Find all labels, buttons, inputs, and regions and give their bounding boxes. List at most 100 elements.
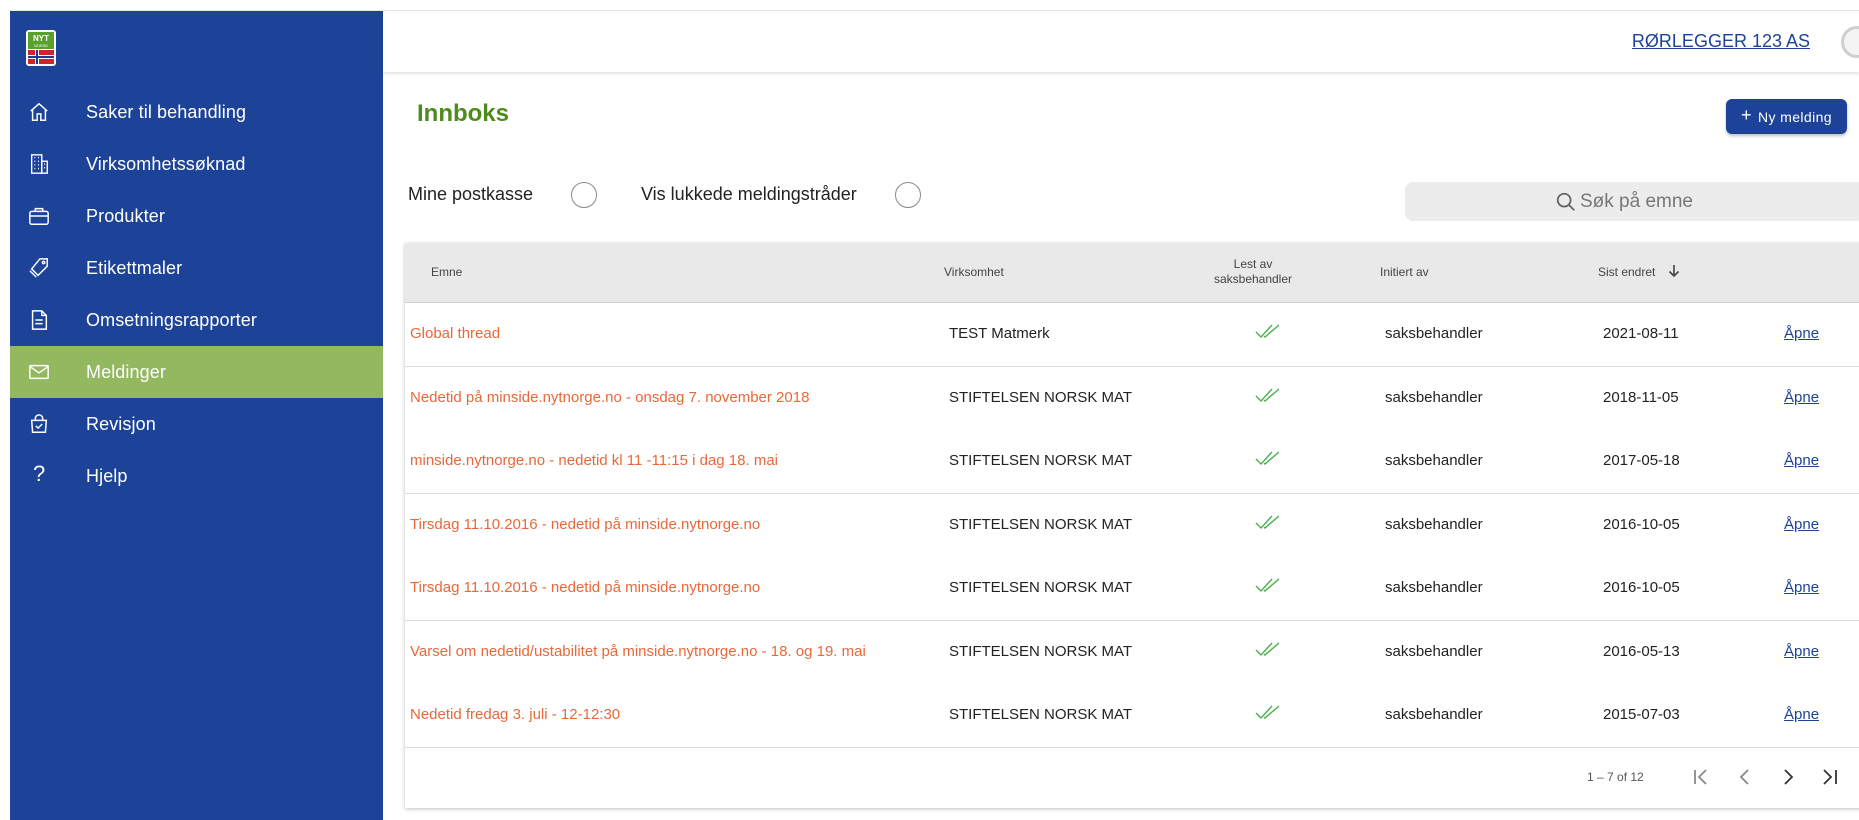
sidebar-item-hjelp[interactable]: ? Hjelp (10, 450, 383, 502)
page-title: Innboks (417, 100, 510, 127)
header-read-line1: Lest av (1233, 257, 1273, 271)
sort-arrow-down-icon[interactable] (1668, 264, 1680, 283)
initiated-cell: saksbehandler (1385, 642, 1483, 660)
shopping-bag-check-icon (28, 413, 50, 435)
double-check-icon (1255, 514, 1281, 532)
subject-link[interactable]: Tirsdag 11.10.2016 - nedetid på minside.… (410, 579, 760, 596)
logo-text-top: NYT (33, 34, 49, 43)
new-message-label: Ny melding (1757, 108, 1832, 125)
double-check-icon (1255, 704, 1281, 722)
open-link[interactable]: Åpne (1784, 452, 1819, 469)
open-link[interactable]: Åpne (1784, 389, 1819, 406)
company-cell: TEST Matmerk (949, 325, 1050, 342)
date-cell: 2016-10-05 (1603, 515, 1680, 533)
top-border (0, 0, 1859, 11)
date-cell: 2016-10-05 (1603, 579, 1680, 596)
top-header: RØRLEGGER 123 AS (383, 11, 1859, 72)
header-last-changed[interactable]: Sist endret (1598, 265, 1655, 279)
question-icon: ? (33, 461, 46, 486)
plus-icon: + (1741, 105, 1752, 125)
left-gutter (0, 0, 10, 820)
subject-link[interactable]: Tirsdag 11.10.2016 - nedetid på minside.… (410, 516, 760, 533)
subject-link[interactable]: Nedetid fredag 3. juli - 12-12:30 (410, 706, 620, 723)
double-check-icon (1255, 323, 1281, 341)
double-check-icon (1255, 641, 1281, 659)
open-link[interactable]: Åpne (1784, 579, 1819, 596)
header-read-line2: saksbehandler (1213, 272, 1293, 286)
next-page-icon[interactable] (1778, 767, 1798, 787)
show-closed-radio[interactable] (895, 182, 921, 208)
sidebar-item-label: Virksomhetssøknad (86, 153, 246, 174)
table-row[interactable]: Nedetid på minside.nytnorge.no - onsdag … (405, 366, 1859, 431)
subject-link[interactable]: minside.nytnorge.no - nedetid kl 11 -11:… (410, 452, 778, 469)
table-row[interactable]: Global thread TEST Matmerk saksbehandler 20… (405, 303, 1859, 367)
initiated-cell: saksbehandler (1385, 325, 1483, 342)
mail-icon (28, 361, 50, 383)
subject-link[interactable]: Global thread (410, 325, 500, 342)
table-header: Emne Virksomhet Lest av saksbehandler In… (405, 243, 1859, 303)
tags-icon (28, 257, 50, 279)
document-icon (28, 309, 50, 331)
sidebar-item-omsetningsrapporter[interactable]: Omsetningsrapporter (10, 294, 383, 346)
logo-text-mid: NORSK (34, 43, 49, 48)
company-cell: STIFTELSEN NORSK MAT (949, 515, 1133, 533)
my-mailbox-label: Mine postkasse (408, 184, 534, 204)
open-link[interactable]: Åpne (1784, 706, 1819, 723)
brand-logo[interactable]: NYT NORSK (26, 30, 56, 66)
subject-link[interactable]: Varsel om nedetid/ustabilitet på minside… (410, 643, 866, 660)
company-cell: STIFTELSEN NORSK MAT (949, 579, 1133, 596)
my-mailbox-radio[interactable] (571, 182, 597, 208)
sidebar-item-etikettmaler[interactable]: Etikettmaler (10, 242, 383, 294)
show-closed-label: Vis lukkede meldingstråder (641, 184, 857, 204)
date-cell: 2016-05-13 (1603, 642, 1680, 660)
sidebar-item-meldinger[interactable]: Meldinger (10, 346, 383, 398)
table-row[interactable]: Tirsdag 11.10.2016 - nedetid på minside.… (405, 557, 1859, 621)
search-icon (1555, 191, 1577, 213)
open-link[interactable]: Åpne (1784, 325, 1819, 342)
sidebar-nav: Saker til behandling Virksomhetssøknad P… (10, 86, 383, 502)
sidebar-item-label: Revisjon (86, 413, 156, 434)
double-check-icon (1255, 450, 1281, 468)
header-initiated[interactable]: Initiert av (1380, 265, 1429, 279)
table-row[interactable]: minside.nytnorge.no - nedetid kl 11 -11:… (405, 430, 1859, 494)
avatar[interactable] (1841, 26, 1859, 58)
sidebar: NYT NORSK Saker til behandling Virksomhe… (10, 11, 383, 820)
table-row[interactable]: Varsel om nedetid/ustabilitet på minside… (405, 620, 1859, 685)
previous-page-icon[interactable] (1735, 767, 1755, 787)
initiated-cell: saksbehandler (1385, 452, 1483, 469)
company-cell: STIFTELSEN NORSK MAT (949, 706, 1133, 723)
search-field[interactable]: Søk på emne (1405, 182, 1859, 221)
initiated-cell: saksbehandler (1385, 388, 1483, 406)
sidebar-item-label: Etikettmaler (86, 257, 183, 278)
open-link[interactable]: Åpne (1784, 643, 1819, 660)
header-company[interactable]: Virksomhet (944, 265, 1004, 279)
messages-table: Emne Virksomhet Lest av saksbehandler In… (405, 243, 1859, 808)
sidebar-item-label: Produkter (86, 205, 165, 226)
subject-link[interactable]: Nedetid på minside.nytnorge.no - onsdag … (410, 389, 809, 406)
date-cell: 2017-05-18 (1603, 452, 1680, 469)
date-cell: 2015-07-03 (1603, 706, 1680, 723)
sidebar-item-label: Hjelp (86, 465, 128, 486)
date-cell: 2021-08-11 (1603, 325, 1679, 342)
table-row[interactable]: Nedetid fredag 3. juli - 12-12:30 STIFTEL… (405, 684, 1859, 748)
search-placeholder: Søk på emne (1580, 191, 1693, 212)
sidebar-item-produkter[interactable]: Produkter (10, 190, 383, 242)
sidebar-item-label: Omsetningsrapporter (86, 309, 257, 330)
header-subject[interactable]: Emne (431, 265, 462, 279)
sidebar-item-saker[interactable]: Saker til behandling (10, 86, 383, 138)
company-cell: STIFTELSEN NORSK MAT (949, 642, 1133, 660)
new-message-button[interactable]: + Ny melding (1726, 99, 1847, 134)
company-cell: STIFTELSEN NORSK MAT (949, 388, 1133, 406)
sidebar-item-virksomhetssoknad[interactable]: Virksomhetssøknad (10, 138, 383, 190)
company-link[interactable]: RØRLEGGER 123 AS (1632, 31, 1810, 52)
date-cell: 2018-11-05 (1603, 388, 1679, 406)
initiated-cell: saksbehandler (1385, 579, 1483, 596)
table-row[interactable]: Tirsdag 11.10.2016 - nedetid på minside.… (405, 493, 1859, 558)
initiated-cell: saksbehandler (1385, 515, 1483, 533)
company-cell: STIFTELSEN NORSK MAT (949, 452, 1133, 469)
sidebar-item-revisjon[interactable]: Revisjon (10, 398, 383, 450)
first-page-icon[interactable] (1691, 767, 1711, 787)
last-page-icon[interactable] (1820, 767, 1840, 787)
sidebar-item-label: Saker til behandling (86, 101, 247, 122)
open-link[interactable]: Åpne (1784, 516, 1819, 533)
